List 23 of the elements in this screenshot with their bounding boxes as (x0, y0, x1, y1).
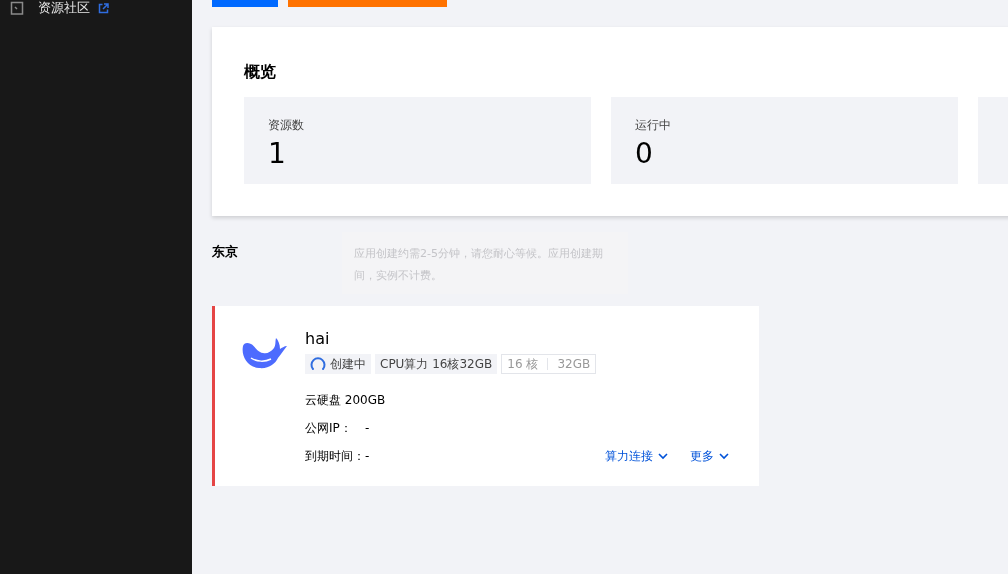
disk-text: 云硬盘 200GB (305, 392, 387, 409)
field-label: 公网IP： (305, 420, 353, 437)
sidebar-item[interactable]: 资源社区 (0, 0, 192, 16)
stat-label: 资源数 (268, 117, 305, 134)
section-title: 概览 (244, 61, 277, 83)
spec-tag: CPU算力 16核32GB (375, 354, 498, 374)
chevron-down-icon (658, 452, 668, 460)
status-tag: 创建中 (305, 354, 371, 374)
region-title: 东京 (212, 243, 238, 261)
stat-value: 1 (268, 138, 287, 170)
field-label: 到期时间： (305, 448, 365, 465)
instance-name[interactable]: hai (305, 330, 729, 348)
dropdown-link[interactable]: 更多 (690, 446, 729, 466)
dropdown-link[interactable]: 算力连接 (605, 446, 668, 466)
chevron-down-icon (719, 452, 729, 460)
clipboard-icon (10, 1, 24, 15)
cores-text: 16 核 (507, 355, 539, 373)
memory-text: 32GB (557, 357, 591, 371)
stat-label: 运行中 (635, 117, 672, 134)
stat-value: 0 (635, 138, 654, 170)
loading-icon (310, 356, 326, 372)
field-value: - (365, 448, 370, 465)
field-value: - (365, 420, 370, 437)
